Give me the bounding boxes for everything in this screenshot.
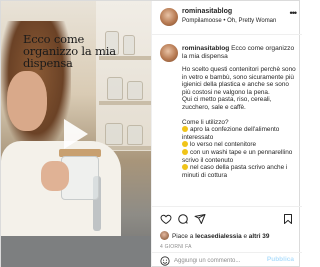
caption-step: apro la confezione dell'alimento interes… bbox=[182, 126, 296, 141]
caption-step-text: nel caso della pasta scrivo anche i minu… bbox=[182, 164, 288, 179]
heart-icon[interactable] bbox=[160, 213, 172, 225]
caption-step: con un washi tape e un pennarellino scri… bbox=[182, 148, 296, 164]
share-icon[interactable] bbox=[194, 213, 206, 225]
caption-body: Ho scelto questi contenitori perchè sono… bbox=[182, 66, 296, 179]
caption-step: nel caso della pasta scrivo anche i minu… bbox=[182, 164, 296, 179]
smiley-icon[interactable] bbox=[160, 256, 170, 266]
caption-step-text: lo verso nel contenitore bbox=[190, 141, 257, 149]
post-header: rominasitablog Pompilamoose • Oh, Pretty… bbox=[152, 1, 302, 35]
pantry-jar bbox=[127, 125, 143, 145]
caption-step-text: con un washi tape e un pennarellino scri… bbox=[182, 148, 293, 164]
caption-step-text: apro la confezione dell'alimento interes… bbox=[182, 126, 280, 141]
avatar[interactable] bbox=[160, 8, 178, 26]
post-panel: rominasitablog Pompilamoose • Oh, Pretty… bbox=[151, 1, 302, 267]
liker-username[interactable]: lecasedialessia bbox=[195, 233, 242, 240]
pantry-jar bbox=[105, 123, 123, 145]
pantry-jar bbox=[127, 81, 143, 100]
liker-avatar[interactable] bbox=[160, 231, 169, 240]
action-bar bbox=[152, 206, 302, 230]
header-username[interactable]: rominasitablog bbox=[182, 8, 232, 15]
emoji-icon bbox=[182, 164, 188, 171]
caption-heading: rominasitablog Ecco come organizzo la mi… bbox=[182, 45, 296, 61]
likes-others[interactable]: altri 39 bbox=[249, 233, 270, 240]
caption-username[interactable]: rominasitablog bbox=[182, 45, 229, 52]
emoji-icon bbox=[182, 141, 188, 148]
emoji-icon bbox=[182, 126, 188, 133]
comment-input[interactable] bbox=[174, 255, 264, 267]
shelf bbox=[99, 101, 151, 105]
video-player[interactable]: Ecco come organizzo la mia dispensa bbox=[1, 1, 151, 267]
pantry-jar bbox=[107, 77, 123, 100]
caption-paragraph: Qui ci metto pasta, riso, cereali, zucch… bbox=[182, 96, 272, 111]
caption-avatar[interactable] bbox=[160, 44, 178, 62]
video-title-overlay: Ecco come organizzo la mia dispensa bbox=[23, 32, 116, 70]
person-hand bbox=[41, 161, 69, 191]
caption: rominasitablog Ecco come organizzo la mi… bbox=[152, 36, 302, 206]
likes-conjunction: e bbox=[243, 233, 248, 240]
likes-prefix: Piace a bbox=[172, 233, 194, 240]
caption-question: Come li utilizzo? bbox=[182, 118, 229, 126]
person-face bbox=[7, 71, 47, 131]
kitchen-counter bbox=[1, 236, 151, 267]
comment-icon[interactable] bbox=[177, 213, 189, 225]
post-date[interactable]: 4 GIORNI FA bbox=[160, 244, 192, 250]
audio-attribution[interactable]: Pompilamoose • Oh, Pretty Woman bbox=[182, 18, 276, 24]
caption-paragraph: Ho scelto questi contenitori perchè sono… bbox=[182, 66, 296, 96]
bookmark-icon[interactable] bbox=[282, 213, 294, 225]
publish-button[interactable]: Pubblica bbox=[267, 256, 294, 263]
instagram-post: Ecco come organizzo la mia dispensa romi… bbox=[0, 0, 302, 267]
emoji-icon bbox=[182, 148, 188, 155]
more-options-icon[interactable]: ••• bbox=[290, 9, 298, 18]
play-icon[interactable] bbox=[64, 119, 88, 149]
comment-bar: Pubblica bbox=[152, 252, 302, 267]
likes-summary: Piace a lecasedialessia e altri 39 bbox=[160, 231, 300, 243]
caption-step: lo verso nel contenitore bbox=[182, 141, 296, 149]
